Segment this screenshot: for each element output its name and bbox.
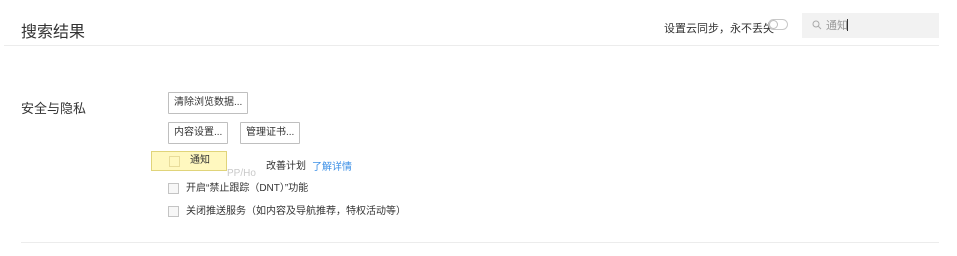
option-label: 关闭推送服务（如内容及导航推荐，特权活动等）: [186, 206, 406, 217]
section-label-security-privacy: 安全与隐私: [21, 101, 87, 116]
option-dnt[interactable]: 开启“禁止跟踪（DNT）”功能: [168, 182, 308, 196]
search-icon: [812, 20, 822, 30]
header-bar: 搜索结果 设置云同步，永不丢失: [4, 8, 939, 46]
page-title: 搜索结果: [21, 24, 86, 41]
tooltip-text: 通知: [190, 155, 210, 166]
search-input[interactable]: [826, 16, 931, 34]
option-disable-push[interactable]: 关闭推送服务（如内容及导航推荐，特权活动等）: [168, 205, 406, 219]
disable-push-checkbox[interactable]: [168, 205, 179, 217]
improvement-plan-checkbox[interactable]: [169, 156, 180, 167]
clear-browsing-data-button[interactable]: 清除浏览数据...: [168, 92, 249, 114]
search-highlight-tooltip: 通知: [151, 151, 227, 171]
obscured-option-text: PP/Ho: [227, 168, 256, 179]
sync-label: 设置云同步，永不丢失: [664, 23, 774, 35]
option-improvement-plan: 改善计划 了解详情: [266, 160, 352, 174]
toggle-knob: [769, 20, 778, 29]
learn-more-link[interactable]: 了解详情: [312, 162, 352, 173]
option-label: 开启“禁止跟踪（DNT）”功能: [186, 183, 309, 194]
manage-certificates-button[interactable]: 管理证书...: [240, 122, 301, 144]
sync-toggle[interactable]: [768, 19, 788, 30]
search-box[interactable]: [802, 13, 939, 38]
settings-panel: 搜索结果 设置云同步，永不丢失 安全与隐私 清除浏览数据... 内容设置... …: [4, 8, 939, 248]
text-caret: [847, 19, 848, 31]
dnt-checkbox[interactable]: [168, 182, 179, 194]
option-label: 改善计划: [266, 161, 306, 172]
content-settings-button[interactable]: 内容设置...: [168, 122, 229, 144]
section-divider: [21, 242, 939, 243]
